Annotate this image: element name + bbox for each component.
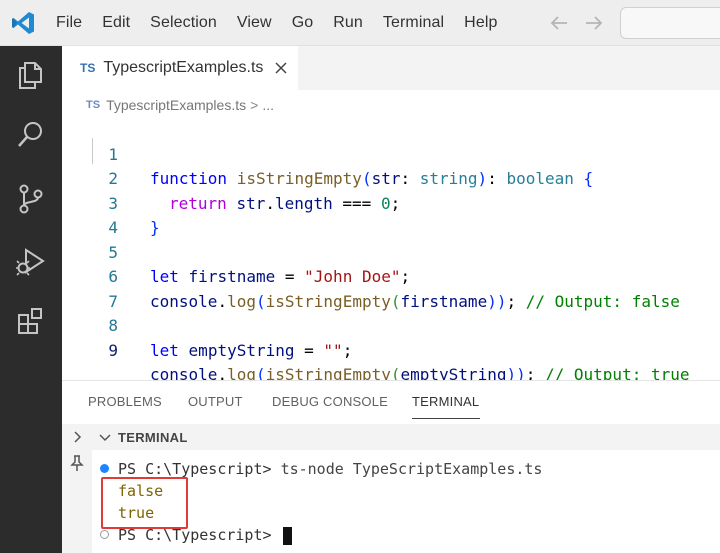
menu-view[interactable]: View <box>237 14 272 32</box>
code-line: 9 console.log(isStringEmpty(emptyString)… <box>62 314 720 385</box>
code-line: 2 return str.length === 0; <box>62 143 720 213</box>
terminal-command: ts-node TypeScriptExamples.ts <box>280 460 543 478</box>
arrow-left-icon[interactable] <box>548 12 570 34</box>
pin-icon[interactable] <box>68 454 86 472</box>
menu-help[interactable]: Help <box>464 14 497 32</box>
terminal-section-title: TERMINAL <box>118 429 188 445</box>
tab-label: TypescriptExamples.ts <box>103 59 264 76</box>
menu-go[interactable]: Go <box>292 14 314 32</box>
code-line: 8 let emptyString = ""; <box>62 290 720 360</box>
code-line: 5 let firstname = "John Doe"; <box>62 216 720 287</box>
code-line: 6 console.log(isStringEmpty(firstname));… <box>62 241 720 311</box>
typescript-file-icon: TS <box>80 61 96 75</box>
editor-tab-typescriptexamples[interactable]: TS TypescriptExamples.ts <box>62 46 298 90</box>
command-decoration-success[interactable] <box>100 464 109 473</box>
title-bar: File Edit Selection View Go Run Terminal… <box>0 0 720 46</box>
breadcrumb-separator: > <box>250 97 259 113</box>
code-editor[interactable]: 1 function isStringEmpty(str: string): b… <box>62 116 720 385</box>
menu-selection[interactable]: Selection <box>150 14 217 32</box>
output-highlight-box <box>101 477 188 529</box>
activity-bar <box>0 46 62 553</box>
tab-output[interactable]: OUTPUT <box>188 394 243 409</box>
editor-tab-bar: TS TypescriptExamples.ts <box>62 46 720 90</box>
vscode-logo-icon[interactable] <box>10 10 36 36</box>
active-tab-indicator <box>412 418 480 419</box>
terminal-cursor <box>282 526 292 545</box>
code-line: 1 function isStringEmpty(str: string): b… <box>62 118 720 189</box>
code-token: "" <box>323 340 343 360</box>
explorer-icon[interactable] <box>14 58 48 92</box>
panel-tab-bar: PROBLEMS OUTPUT DEBUG CONSOLE TERMINAL <box>62 381 720 423</box>
source-control-icon[interactable] <box>14 182 48 216</box>
tab-problems[interactable]: PROBLEMS <box>88 394 162 409</box>
run-debug-icon[interactable] <box>14 244 48 278</box>
tab-debug-console[interactable]: DEBUG CONSOLE <box>272 394 388 409</box>
menu-bar: File Edit Selection View Go Run Terminal… <box>56 0 517 46</box>
close-icon[interactable] <box>274 61 288 75</box>
extensions-icon[interactable] <box>14 304 48 338</box>
breadcrumb: TS TypescriptExamples.ts > ... <box>86 94 274 116</box>
terminal-section-header[interactable]: TERMINAL <box>92 424 720 450</box>
code-token: ; <box>342 340 353 360</box>
menu-file[interactable]: File <box>56 14 82 32</box>
command-decoration-pending[interactable] <box>100 530 109 539</box>
line-number: 9 <box>108 340 118 360</box>
chevron-down-icon[interactable] <box>98 430 112 444</box>
code-token: = <box>294 340 324 360</box>
menu-run[interactable]: Run <box>333 14 363 32</box>
code-line: 3 } <box>62 167 720 238</box>
command-center-search[interactable] <box>620 7 720 39</box>
chevron-right-icon[interactable] <box>70 430 84 444</box>
tab-terminal[interactable]: TERMINAL <box>412 394 479 409</box>
code-token: emptyString <box>188 340 295 360</box>
typescript-file-icon: TS <box>86 99 101 111</box>
search-icon[interactable] <box>14 118 48 152</box>
breadcrumb-more[interactable]: ... <box>262 97 274 113</box>
code-token: let <box>150 340 179 360</box>
code-line: 4 <box>62 192 720 237</box>
menu-edit[interactable]: Edit <box>102 14 130 32</box>
indent-guide <box>92 138 93 164</box>
terminal-prompt: PS C:\Typescript> <box>118 460 281 478</box>
panel-side-strip <box>62 424 92 553</box>
breadcrumb-file[interactable]: TypescriptExamples.ts <box>106 97 246 113</box>
code-line: 7 <box>62 265 720 311</box>
arrow-right-icon[interactable] <box>583 12 605 34</box>
menu-terminal[interactable]: Terminal <box>383 14 444 32</box>
